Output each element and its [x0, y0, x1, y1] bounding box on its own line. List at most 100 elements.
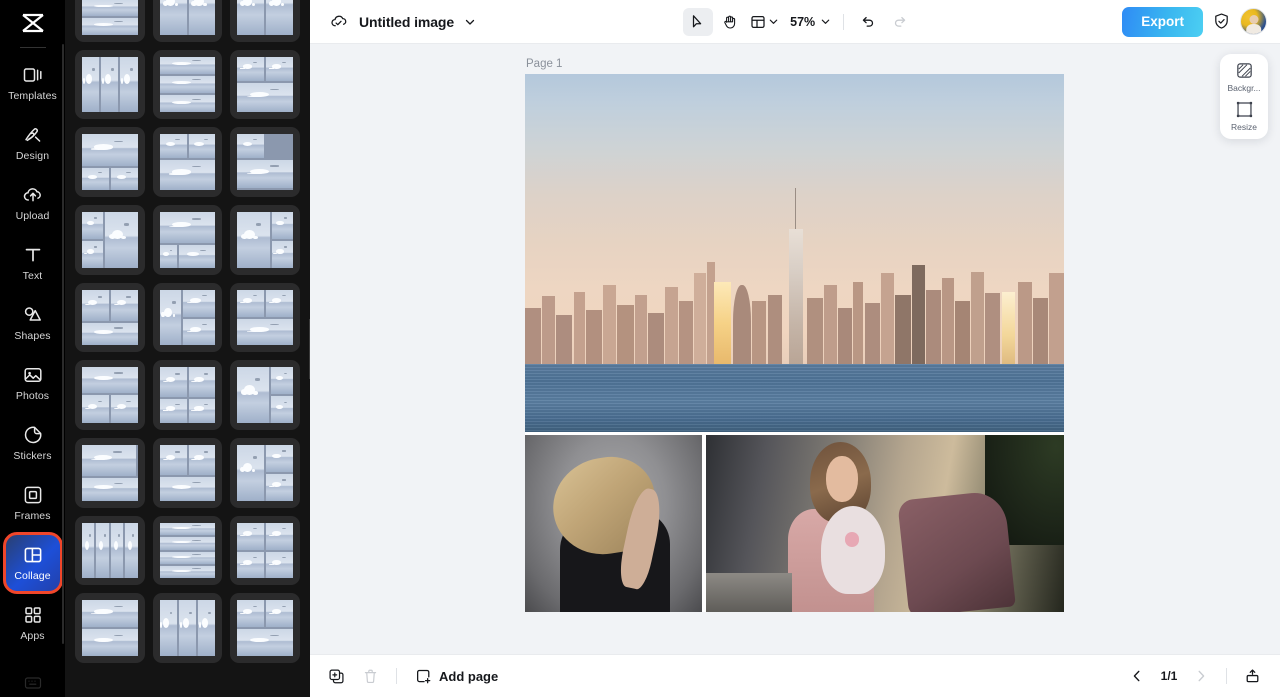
- layout-tool-button[interactable]: [747, 8, 782, 36]
- collage-template-thumb[interactable]: [152, 438, 223, 508]
- collage-cell: [82, 0, 138, 16]
- sidebar-item-shapes[interactable]: Shapes: [5, 294, 61, 352]
- background-label: Backgr...: [1227, 84, 1261, 93]
- canvas-side-panel: Backgr... Resize: [1220, 54, 1268, 139]
- collage-template-thumb[interactable]: [75, 205, 145, 275]
- collage-template-thumb[interactable]: [230, 282, 301, 353]
- hand-tool-button[interactable]: [715, 8, 745, 36]
- collage-layout-preview: [159, 600, 216, 657]
- collage-template-thumb[interactable]: [230, 127, 301, 198]
- portrait-photo[interactable]: [525, 435, 702, 612]
- undo-button[interactable]: [853, 8, 883, 36]
- prev-page-button[interactable]: [1123, 662, 1151, 690]
- zoom-chevron-down-icon[interactable]: [820, 16, 831, 27]
- collage-layout-preview: [82, 56, 138, 113]
- collage-template-thumb[interactable]: [230, 360, 301, 431]
- collage-cell: [101, 56, 119, 113]
- panel-collapse-handle[interactable]: [309, 318, 310, 379]
- sidebar-item-apps[interactable]: Apps: [5, 594, 61, 652]
- collage-cell: [159, 398, 187, 424]
- girl-bunny-photo[interactable]: [706, 435, 1064, 612]
- collage-template-thumb[interactable]: [152, 282, 223, 353]
- duplicate-page-button[interactable]: [322, 662, 350, 690]
- collage-template-thumb[interactable]: [75, 360, 145, 431]
- collage-layout-preview: [237, 445, 294, 501]
- collage-cell: [271, 240, 294, 268]
- collage-icon: [22, 544, 44, 566]
- collage-template-thumb[interactable]: [230, 515, 301, 586]
- sidebar-item-frames[interactable]: Frames: [5, 474, 61, 532]
- sidebar-item-collage[interactable]: Collage: [2, 532, 63, 594]
- plush-bunny: [820, 505, 885, 595]
- collage-template-thumb[interactable]: [152, 360, 223, 431]
- frames-icon: [22, 484, 44, 506]
- capcut-logo-icon[interactable]: [0, 0, 65, 46]
- collage-template-thumb[interactable]: [230, 0, 301, 42]
- toolbar-right-group: Export: [1122, 6, 1267, 37]
- collage-templates-panel: [65, 0, 310, 697]
- collage-template-thumb[interactable]: [75, 282, 145, 353]
- zoom-control[interactable]: 57%: [784, 8, 834, 36]
- collage-cell: [82, 394, 109, 424]
- sidebar-item-design[interactable]: Design: [5, 114, 61, 172]
- collage-cell: [237, 289, 265, 317]
- sidebar-item-stickers[interactable]: Stickers: [5, 414, 61, 472]
- resize-button[interactable]: Resize: [1222, 100, 1266, 132]
- collage-cell: [82, 322, 138, 346]
- collage-template-thumb[interactable]: [152, 0, 223, 42]
- sidebar-divider: [19, 47, 46, 48]
- collage-template-thumb[interactable]: [230, 205, 301, 275]
- collage-template-thumb[interactable]: [75, 127, 145, 198]
- layout-chevron-down-icon[interactable]: [768, 16, 779, 27]
- title-chevron-down-icon[interactable]: [464, 16, 476, 28]
- collage-template-thumb[interactable]: [230, 49, 301, 120]
- collage-cell: [237, 159, 294, 189]
- export-tray-button[interactable]: [1238, 662, 1266, 690]
- collage-cell: [183, 318, 216, 346]
- collage-layout-preview: [237, 600, 294, 657]
- sidebar-item-label: Photos: [15, 390, 50, 403]
- city-skyline-photo[interactable]: [525, 74, 1064, 432]
- select-tool-button[interactable]: [683, 7, 714, 36]
- collage-cell: [82, 367, 138, 393]
- collage-template-thumb[interactable]: [75, 0, 145, 42]
- user-avatar[interactable]: [1240, 8, 1267, 35]
- collage-cell: [82, 629, 138, 657]
- collage-template-thumb[interactable]: [152, 49, 223, 120]
- keyboard-icon[interactable]: [24, 677, 41, 689]
- collage-template-thumb[interactable]: [230, 593, 301, 664]
- next-page-button: [1187, 662, 1215, 690]
- collage-template-thumb[interactable]: [152, 515, 223, 586]
- collage-cell: [270, 396, 294, 424]
- collage-cell: [104, 212, 138, 268]
- background-button[interactable]: Backgr...: [1222, 61, 1266, 93]
- collage-layout-preview: [82, 367, 138, 424]
- sidebar-item-text[interactable]: Text: [5, 234, 61, 292]
- collage-template-thumb[interactable]: [75, 438, 145, 508]
- collage-template-thumb[interactable]: [152, 205, 223, 275]
- shield-check-icon[interactable]: [1212, 12, 1231, 31]
- collage-cell: [159, 95, 216, 113]
- collage-template-thumb[interactable]: [75, 593, 145, 664]
- collage-layout-preview: [237, 134, 294, 191]
- collage-template-thumb[interactable]: [152, 127, 223, 198]
- sidebar-item-upload[interactable]: Upload: [5, 174, 61, 232]
- document-title[interactable]: Untitled image: [359, 14, 454, 30]
- bottom-separator: [396, 668, 397, 684]
- collage-cell: [237, 56, 265, 82]
- stickers-icon: [22, 424, 44, 446]
- add-page-button[interactable]: Add page: [409, 662, 504, 690]
- sidebar-item-photos[interactable]: Photos: [5, 354, 61, 412]
- collage-template-thumb[interactable]: [75, 49, 145, 120]
- canvas-area[interactable]: Page 1 Backgr... Resize: [310, 44, 1280, 654]
- collage-template-thumb[interactable]: [230, 438, 301, 508]
- collage-layout-preview: [82, 522, 138, 579]
- collage-template-thumb[interactable]: [75, 515, 145, 586]
- sidebar-scrollbar[interactable]: [62, 44, 64, 644]
- export-button[interactable]: Export: [1122, 6, 1203, 37]
- redo-button: [885, 8, 915, 36]
- collage-cell: [159, 522, 216, 536]
- sidebar-item-templates[interactable]: Templates: [5, 54, 61, 112]
- collage-template-thumb[interactable]: [152, 593, 223, 664]
- page-canvas[interactable]: [525, 74, 1064, 612]
